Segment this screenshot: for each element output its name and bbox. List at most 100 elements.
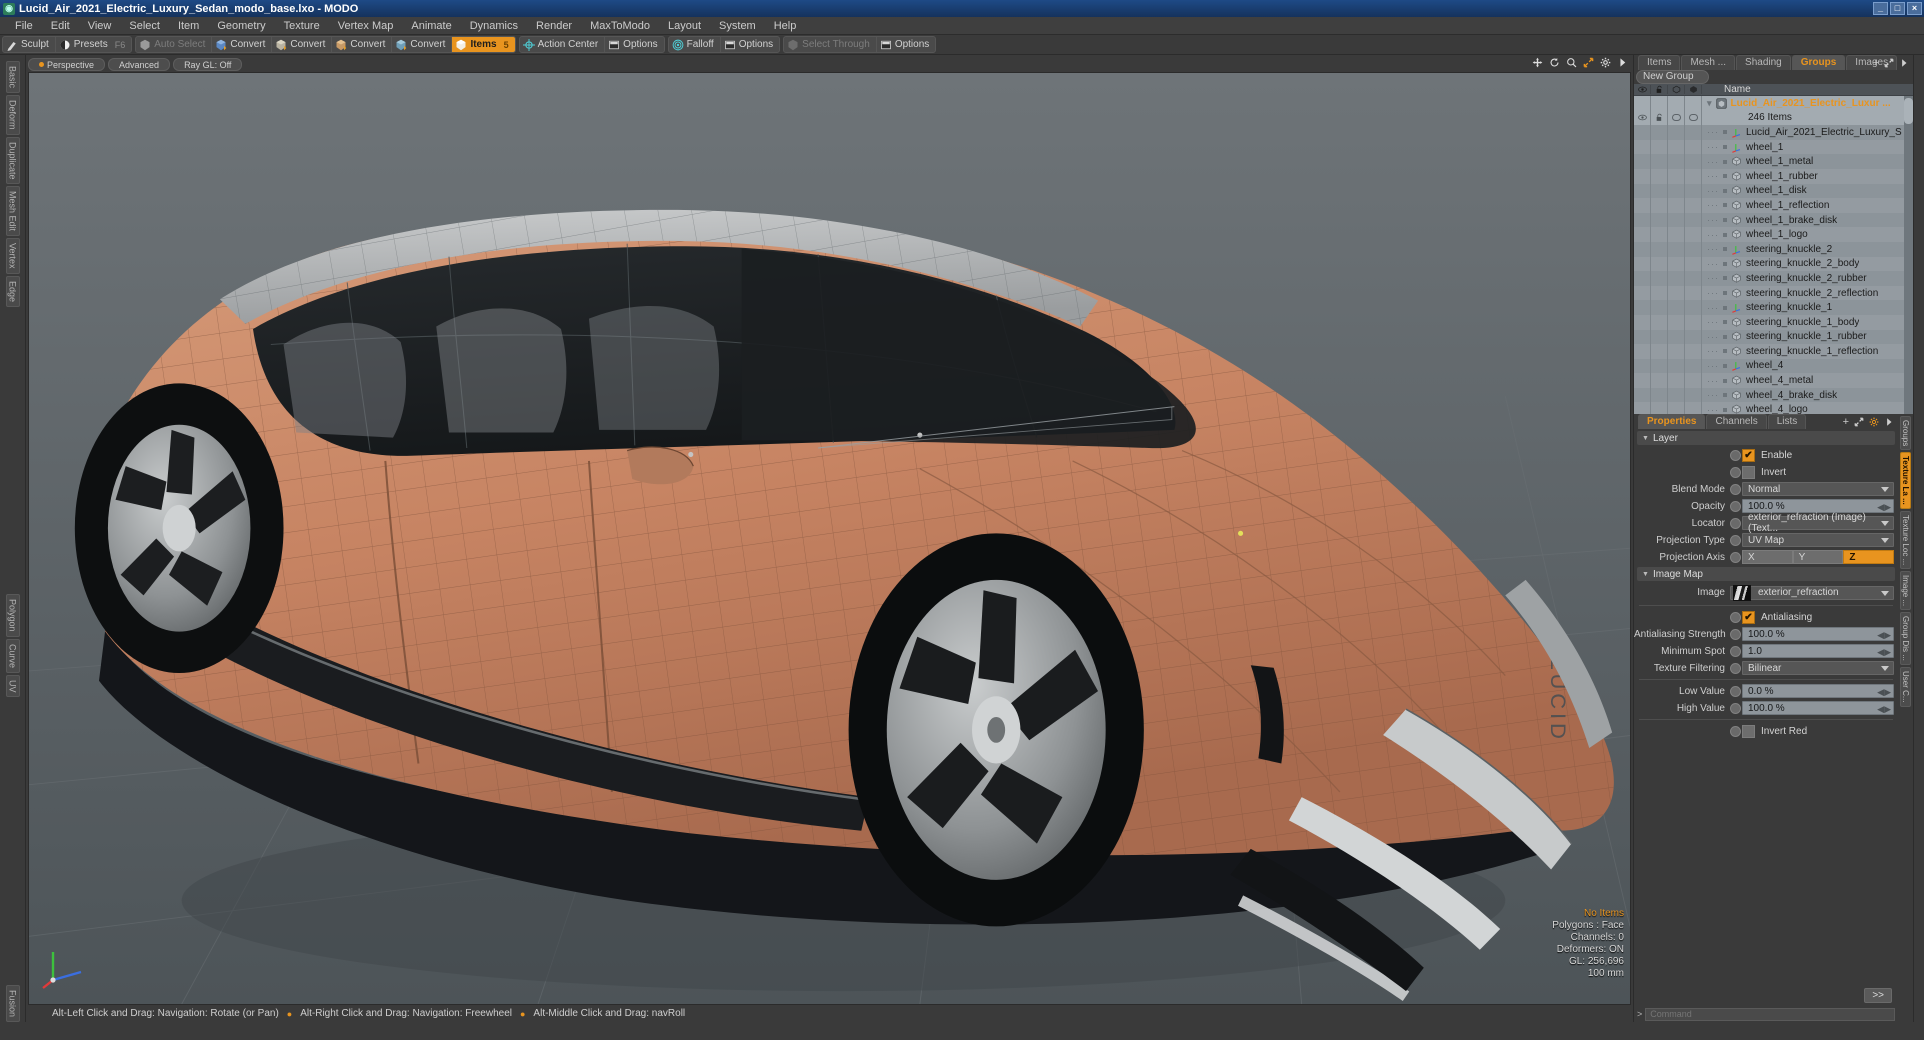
- close-button[interactable]: ×: [1907, 2, 1922, 15]
- table-row[interactable]: ··· wheel_4: [1634, 358, 1913, 374]
- toolbar-button-options[interactable]: Options: [721, 37, 779, 52]
- table-row[interactable]: ··· steering_knuckle_1: [1634, 300, 1913, 315]
- groups-tab-items[interactable]: Items: [1638, 55, 1681, 70]
- toolbar-button-options[interactable]: Options: [605, 37, 663, 52]
- pan-icon[interactable]: [1532, 57, 1543, 68]
- axis-button-x[interactable]: X: [1742, 550, 1793, 564]
- left-rail-tab-basic[interactable]: Basic: [5, 61, 20, 94]
- property-knob[interactable]: [1730, 534, 1741, 546]
- toolbar-button-presets[interactable]: Presets F6: [56, 37, 131, 52]
- toolbar-button-select-through[interactable]: Select Through: [784, 37, 877, 52]
- property-knob[interactable]: [1730, 611, 1741, 623]
- toolbar-button-convert[interactable]: Convert: [272, 37, 333, 52]
- render-icon[interactable]: [1685, 85, 1702, 94]
- menu-item-animate[interactable]: Animate: [402, 17, 460, 35]
- viewport-shading-mode[interactable]: Advanced: [108, 58, 171, 71]
- table-row[interactable]: ··· wheel_1_disk: [1634, 183, 1913, 199]
- property-knob[interactable]: [1730, 645, 1741, 657]
- spinner-arrows-icon[interactable]: ◀▶: [1877, 687, 1891, 698]
- table-row[interactable]: ··· steering_knuckle_2_reflection: [1634, 285, 1913, 301]
- menu-item-edit[interactable]: Edit: [42, 17, 79, 35]
- item-toggle-cell[interactable]: [1668, 110, 1685, 126]
- table-row[interactable]: ··· wheel_1: [1634, 139, 1913, 155]
- table-row-root[interactable]: ▾ Lucid_Air_2021_Electric_Luxur ...: [1634, 96, 1913, 111]
- menu-item-dynamics[interactable]: Dynamics: [461, 17, 527, 35]
- property-knob[interactable]: [1730, 517, 1741, 529]
- groups-tab-icons[interactable]: +: [1873, 57, 1909, 69]
- dropdown-texture-filtering[interactable]: Bilinear: [1742, 661, 1894, 675]
- numeric-opacity[interactable]: 100.0 % ◀▶: [1742, 499, 1894, 513]
- numeric-minimum-spot[interactable]: 1.0 ◀▶: [1742, 644, 1894, 658]
- table-row[interactable]: ··· Lucid_Air_2021_Electric_Luxury_S ...: [1634, 125, 1913, 140]
- table-row[interactable]: ··· steering_knuckle_2_rubber: [1634, 271, 1913, 286]
- property-knob[interactable]: [1730, 449, 1741, 461]
- properties-rail-texture-la[interactable]: Texture La ...: [1900, 452, 1911, 509]
- menu-item-render[interactable]: Render: [527, 17, 581, 35]
- table-row[interactable]: ··· steering_knuckle_2: [1634, 241, 1913, 257]
- toolbar-button-items[interactable]: Items 5: [452, 37, 515, 52]
- toolbar-button-options[interactable]: Options: [877, 37, 935, 52]
- toolbar-button-convert[interactable]: Convert: [212, 37, 273, 52]
- viewport-raygl-toggle[interactable]: Ray GL: Off: [173, 58, 243, 71]
- toolbar-button-sculpt[interactable]: Sculpt: [3, 37, 56, 52]
- command-input[interactable]: [1645, 1007, 1895, 1021]
- toolbar-button-auto-select[interactable]: Auto Select: [136, 37, 213, 52]
- toolbar-button-convert[interactable]: Convert: [332, 37, 393, 52]
- chevron-down-icon[interactable]: [1881, 538, 1889, 543]
- add-tab-button[interactable]: +: [1873, 57, 1879, 69]
- menu-item-help[interactable]: Help: [765, 17, 806, 35]
- table-row[interactable]: ··· wheel_1_brake_disk: [1634, 212, 1913, 228]
- scrollbar-thumb[interactable]: [1904, 98, 1913, 124]
- shading-icon[interactable]: [1668, 85, 1685, 94]
- checkbox-enable[interactable]: ✔: [1742, 448, 1755, 462]
- menu-item-system[interactable]: System: [710, 17, 765, 35]
- maximize-button[interactable]: □: [1890, 2, 1905, 15]
- axis-button-y[interactable]: Y: [1792, 550, 1844, 564]
- chevron-right-icon[interactable]: [1899, 58, 1909, 68]
- item-toggle-cell[interactable]: [1651, 110, 1668, 126]
- group-item-list[interactable]: ▾ Lucid_Air_2021_Electric_Luxur ... 246 It…: [1634, 96, 1913, 414]
- properties-tab-properties[interactable]: Properties: [1638, 414, 1706, 429]
- window-controls[interactable]: _ □ ×: [1873, 2, 1922, 15]
- property-knob[interactable]: [1730, 702, 1741, 714]
- new-group-button[interactable]: New Group: [1636, 70, 1709, 84]
- properties-tab-lists[interactable]: Lists: [1767, 414, 1807, 429]
- left-rail-tab-vertex[interactable]: Vertex: [5, 238, 20, 274]
- checkbox-invert-red[interactable]: [1742, 724, 1755, 738]
- groups-tab-shading[interactable]: Shading: [1736, 55, 1791, 70]
- checkbox-antialiasing[interactable]: ✔: [1742, 610, 1755, 624]
- item-toggle-cell[interactable]: [1634, 110, 1651, 126]
- dropdown-blend-mode[interactable]: Normal: [1742, 482, 1894, 496]
- table-row[interactable]: ··· steering_knuckle_2_body: [1634, 256, 1913, 272]
- table-row[interactable]: ··· wheel_4_logo: [1634, 402, 1913, 414]
- item-toggle-cell[interactable]: [1685, 110, 1702, 126]
- expand-icon[interactable]: [1854, 417, 1864, 427]
- rotate-icon[interactable]: [1549, 57, 1560, 68]
- viewport-view-mode[interactable]: Perspective: [28, 58, 106, 71]
- table-row[interactable]: ··· wheel_4_brake_disk: [1634, 387, 1913, 403]
- left-rail-tab-fusion[interactable]: Fusion: [5, 984, 20, 1022]
- menu-item-texture[interactable]: Texture: [275, 17, 329, 35]
- toolbar-button-falloff[interactable]: Falloff: [669, 37, 721, 52]
- table-row[interactable]: ··· steering_knuckle_1_body: [1634, 314, 1913, 330]
- image-picker[interactable]: exterior_refraction: [1730, 584, 1894, 601]
- numeric-antialiasing-strength[interactable]: 100.0 % ◀▶: [1742, 627, 1894, 641]
- chevron-down-icon[interactable]: [1881, 666, 1889, 671]
- property-knob[interactable]: [1730, 500, 1741, 512]
- properties-tab-channels[interactable]: Channels: [1706, 414, 1767, 429]
- table-row[interactable]: ··· wheel_4_metal: [1634, 373, 1913, 388]
- chevron-down-icon[interactable]: [1881, 521, 1889, 526]
- numeric-high-value[interactable]: 100.0 % ◀▶: [1742, 701, 1894, 715]
- item-list-scrollbar[interactable]: [1904, 96, 1913, 414]
- table-row[interactable]: ··· wheel_1_logo: [1634, 227, 1913, 242]
- table-row[interactable]: ··· steering_knuckle_1_reflection: [1634, 344, 1913, 359]
- property-knob[interactable]: [1730, 483, 1741, 495]
- table-row[interactable]: ··· wheel_1_metal: [1634, 154, 1913, 169]
- viewport-nav-icons[interactable]: [1532, 57, 1628, 68]
- tree-expander[interactable]: ▾: [1707, 98, 1712, 109]
- groups-tab-groups[interactable]: Groups: [1791, 55, 1846, 70]
- property-knob[interactable]: [1730, 466, 1741, 478]
- menu-item-vertex-map[interactable]: Vertex Map: [329, 17, 403, 35]
- menu-item-maxtomodo[interactable]: MaxToModo: [581, 17, 659, 35]
- table-row[interactable]: ··· wheel_1_rubber: [1634, 168, 1913, 184]
